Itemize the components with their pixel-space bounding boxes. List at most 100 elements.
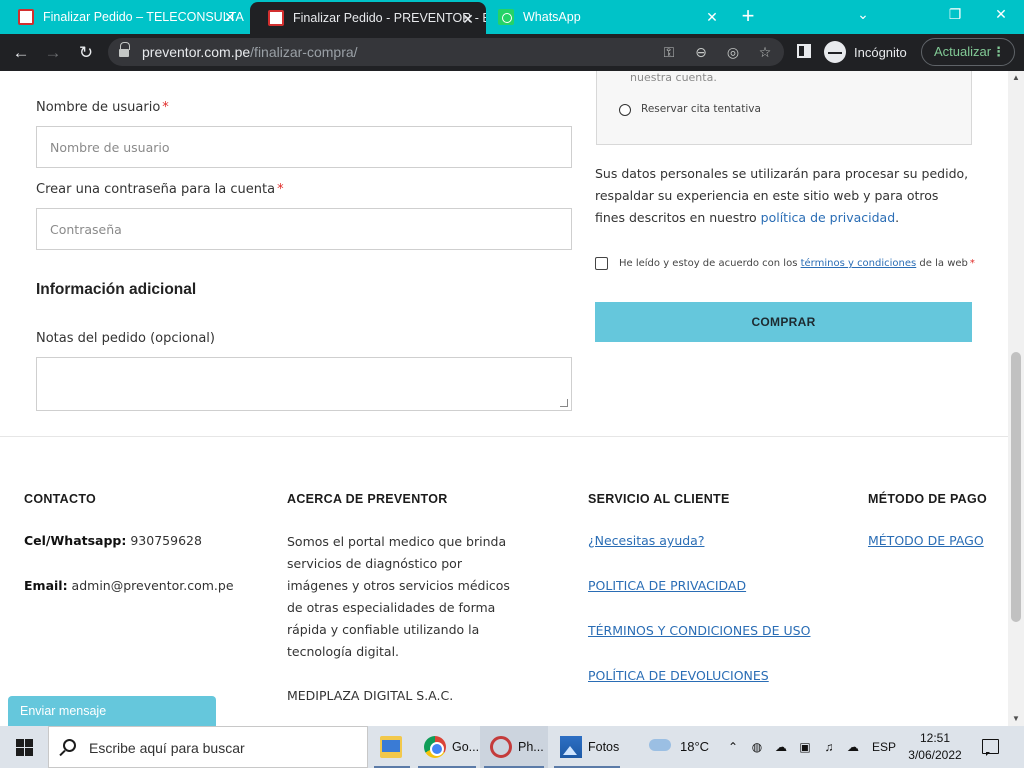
- terms-link[interactable]: términos y condiciones: [801, 258, 917, 269]
- taskbar-file-explorer[interactable]: [370, 726, 414, 768]
- tab-preventor[interactable]: Finalizar Pedido - PREVENTOR - E ✕: [250, 2, 486, 34]
- clock-date: 3/06/2022: [908, 748, 962, 762]
- order-notes-field[interactable]: [36, 357, 572, 411]
- privacy-notice: Sus datos personales se utilizarán para …: [595, 163, 971, 229]
- close-tab-icon[interactable]: ✕: [460, 11, 476, 27]
- chevron-up-icon[interactable]: ⌃: [725, 740, 741, 754]
- preventor-favicon-icon: [268, 10, 284, 26]
- help-link[interactable]: ¿Necesitas ayuda?: [588, 533, 704, 548]
- taskbar-photopea[interactable]: Ph...: [480, 726, 548, 768]
- required-mark: *: [162, 100, 169, 115]
- username-label: Nombre de usuario *: [36, 100, 169, 115]
- close-window-button[interactable]: ✕: [978, 0, 1024, 30]
- account-note: nuestra cuenta.: [630, 71, 717, 84]
- privacy-policy-footer-link[interactable]: POLITICA DE PRIVACIDAD: [588, 578, 746, 593]
- eye-off-icon[interactable]: ◎: [724, 43, 742, 61]
- language-indicator[interactable]: ESP: [872, 726, 896, 768]
- update-button[interactable]: Actualizar ⋮: [921, 38, 1015, 66]
- new-tab-button[interactable]: +: [737, 5, 759, 27]
- weather-temperature[interactable]: 18°C: [680, 726, 709, 768]
- tab-teleconsulta[interactable]: Finalizar Pedido – TELECONSULTA ✕: [0, 0, 248, 34]
- key-icon[interactable]: ⚿: [660, 43, 678, 61]
- zoom-icon[interactable]: ⊖: [692, 43, 710, 61]
- username-field[interactable]: [36, 126, 572, 168]
- search-placeholder: Escribe aquí para buscar: [89, 740, 245, 756]
- side-panel-icon[interactable]: [797, 44, 811, 58]
- contact-heading: CONTACTO: [24, 492, 97, 506]
- additional-info-heading: Información adicional: [36, 281, 197, 298]
- incognito-label: Incógnito: [854, 44, 907, 60]
- browser-toolbar: ← → ↻ preventor.com.pe/finalizar-compra/…: [0, 34, 1024, 71]
- scroll-up-icon[interactable]: ▲: [1008, 71, 1024, 85]
- windows-start-icon[interactable]: [16, 739, 33, 756]
- meet-now-icon[interactable]: ◍: [749, 740, 765, 754]
- taskbar-app-label: Fotos: [588, 740, 620, 754]
- close-tab-icon[interactable]: ✕: [222, 9, 238, 25]
- cloud-sync-icon[interactable]: ☁: [845, 740, 861, 754]
- returns-policy-link[interactable]: POLÍTICA DE DEVOLUCIONES: [588, 668, 769, 683]
- company-name: MEDIPLAZA DIGITAL S.A.C.: [287, 688, 454, 703]
- incognito-icon: [824, 41, 846, 63]
- required-mark: *: [969, 258, 975, 269]
- back-arrow-icon[interactable]: ←: [8, 40, 34, 66]
- taskbar-app-label: Ph...: [518, 740, 544, 754]
- minimize-button[interactable]: ⌄: [840, 0, 886, 30]
- network-icon[interactable]: ▣: [797, 740, 813, 754]
- notifications-icon[interactable]: [982, 739, 999, 756]
- buy-button[interactable]: COMPRAR: [595, 302, 972, 342]
- tab-title: Finalizar Pedido - PREVENTOR - E: [293, 11, 486, 25]
- tab-title: Finalizar Pedido – TELECONSULTA: [43, 10, 244, 24]
- about-text: Somos el portal medico que brinda servic…: [287, 534, 510, 659]
- resize-handle-icon[interactable]: [560, 399, 568, 407]
- terms-label[interactable]: He leído y estoy de acuerdo con los térm…: [619, 258, 975, 269]
- star-icon[interactable]: ☆: [756, 43, 774, 61]
- preventor-favicon-icon: [18, 9, 34, 25]
- privacy-text-end: .: [895, 210, 900, 225]
- reserve-appointment-radio[interactable]: [619, 104, 631, 116]
- password-field[interactable]: [36, 208, 572, 250]
- address-bar[interactable]: preventor.com.pe/finalizar-compra/ ⚿ ⊖ ◎…: [108, 38, 784, 66]
- page-scrollbar[interactable]: ▲ ▼: [1008, 71, 1024, 726]
- password-input[interactable]: [37, 209, 571, 249]
- order-notes-textarea[interactable]: [37, 358, 571, 410]
- weather-cloud-icon[interactable]: [649, 739, 671, 751]
- reload-icon[interactable]: ↻: [73, 40, 99, 66]
- terms-of-use-link[interactable]: TÉRMINOS Y CONDICIONES DE USO: [588, 623, 810, 638]
- payment-options-box: nuestra cuenta. Reservar cita tentativa: [596, 71, 972, 145]
- scroll-thumb[interactable]: [1011, 352, 1021, 622]
- page-content: Nombre de usuario* Crear una contraseña …: [0, 71, 1008, 726]
- customer-service-heading: SERVICIO AL CLIENTE: [588, 492, 730, 506]
- email-value: admin@preventor.com.pe: [67, 578, 234, 593]
- privacy-policy-link[interactable]: política de privacidad: [761, 210, 896, 225]
- footer-divider: [0, 436, 1008, 437]
- email-line: Email: admin@preventor.com.pe: [24, 578, 234, 593]
- payment-method-link[interactable]: MÉTODO DE PAGO: [868, 533, 984, 548]
- restore-button[interactable]: ❐: [932, 0, 978, 30]
- terms-checkbox[interactable]: [595, 257, 608, 270]
- forward-arrow-icon[interactable]: →: [40, 40, 66, 66]
- incognito-indicator[interactable]: Incógnito: [824, 39, 907, 65]
- taskbar-chrome[interactable]: Go...: [414, 726, 480, 768]
- volume-icon[interactable]: ♫: [821, 740, 837, 754]
- windows-taskbar: Escribe aquí para buscar Go... Ph... Fot…: [0, 726, 1024, 768]
- close-tab-icon[interactable]: ✕: [704, 9, 720, 25]
- scroll-down-icon[interactable]: ▼: [1008, 712, 1024, 726]
- tab-whatsapp[interactable]: WhatsApp ✕: [480, 0, 730, 34]
- reserve-appointment-label[interactable]: Reservar cita tentativa: [641, 103, 761, 115]
- photopea-icon: [490, 736, 512, 758]
- password-label-text: Crear una contraseña para la cuenta: [36, 182, 276, 197]
- screen: Finalizar Pedido – TELECONSULTA ✕ Finali…: [0, 0, 1024, 768]
- taskbar-photos[interactable]: Fotos: [550, 726, 624, 768]
- send-message-chat-button[interactable]: Enviar mensaje: [8, 696, 216, 726]
- phone-label: Cel/Whatsapp:: [24, 533, 127, 548]
- onedrive-icon[interactable]: ☁: [773, 740, 789, 754]
- url-domain: preventor.com.pe: [142, 44, 251, 60]
- lock-icon: [119, 42, 130, 58]
- username-input[interactable]: [37, 127, 571, 167]
- update-label: Actualizar: [934, 44, 992, 59]
- taskbar-search[interactable]: Escribe aquí para buscar: [48, 726, 368, 768]
- about-heading: ACERCA DE PREVENTOR: [287, 492, 448, 506]
- url-text: preventor.com.pe/finalizar-compra/: [142, 44, 358, 60]
- clock[interactable]: 12:51 3/06/2022: [905, 730, 965, 764]
- menu-dots-icon[interactable]: ⋮: [992, 39, 1005, 65]
